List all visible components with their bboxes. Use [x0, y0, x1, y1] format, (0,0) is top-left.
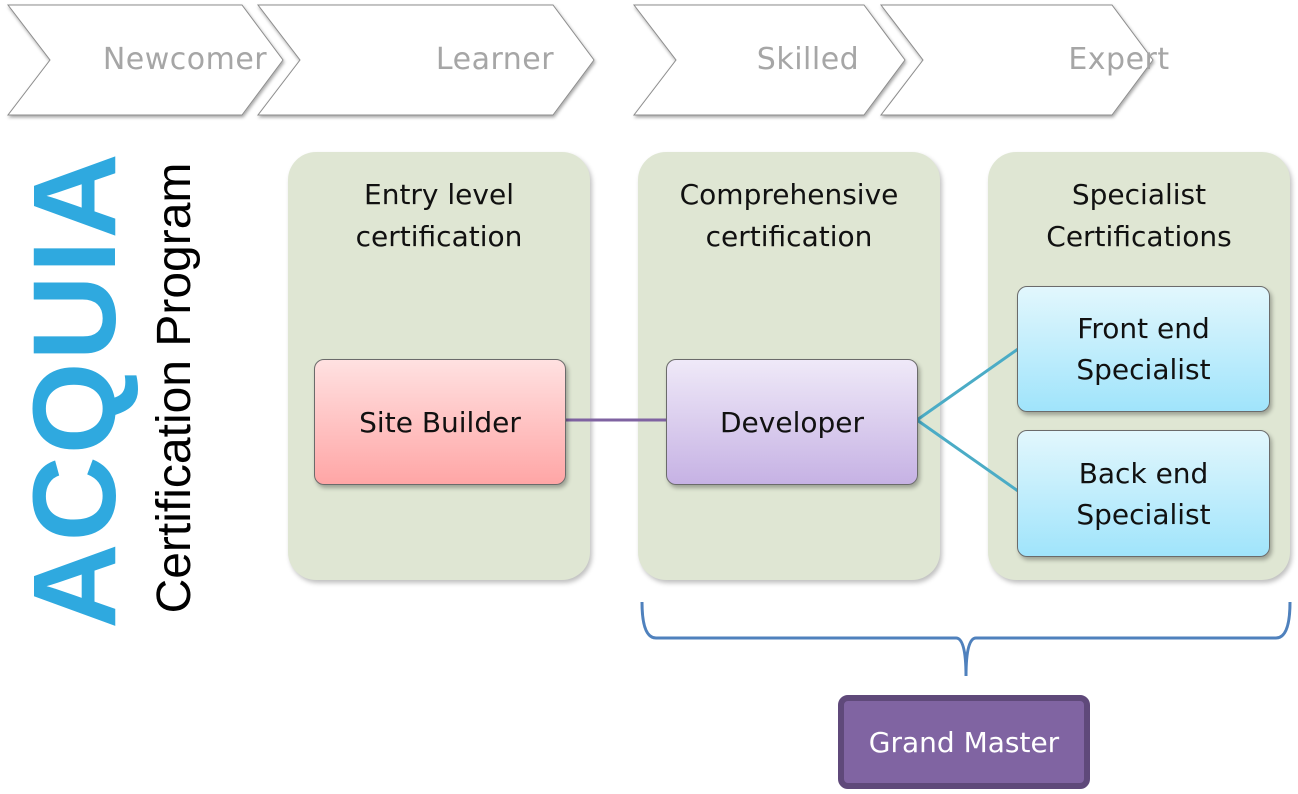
grand-master-label: Grand Master	[868, 725, 1060, 759]
grand-master-brace	[640, 601, 1292, 677]
node-front-end-specialist[interactable]: Front end Specialist	[1017, 286, 1270, 412]
node-back-end-specialist[interactable]: Back end Specialist	[1017, 430, 1270, 557]
connector-developer-frontend	[916, 347, 1019, 422]
connector-developer-backend	[916, 418, 1019, 493]
node-label: Specialist	[1076, 497, 1211, 531]
node-label: Site Builder	[359, 405, 521, 439]
node-label: Back end	[1078, 456, 1209, 490]
node-site-builder[interactable]: Site Builder	[314, 359, 566, 485]
node-grand-master[interactable]: Grand Master	[838, 695, 1090, 789]
node-label: Developer	[719, 405, 864, 439]
node-label: Front end	[1077, 312, 1210, 345]
node-developer[interactable]: Developer	[666, 359, 918, 485]
node-label: Specialist	[1076, 353, 1211, 386]
